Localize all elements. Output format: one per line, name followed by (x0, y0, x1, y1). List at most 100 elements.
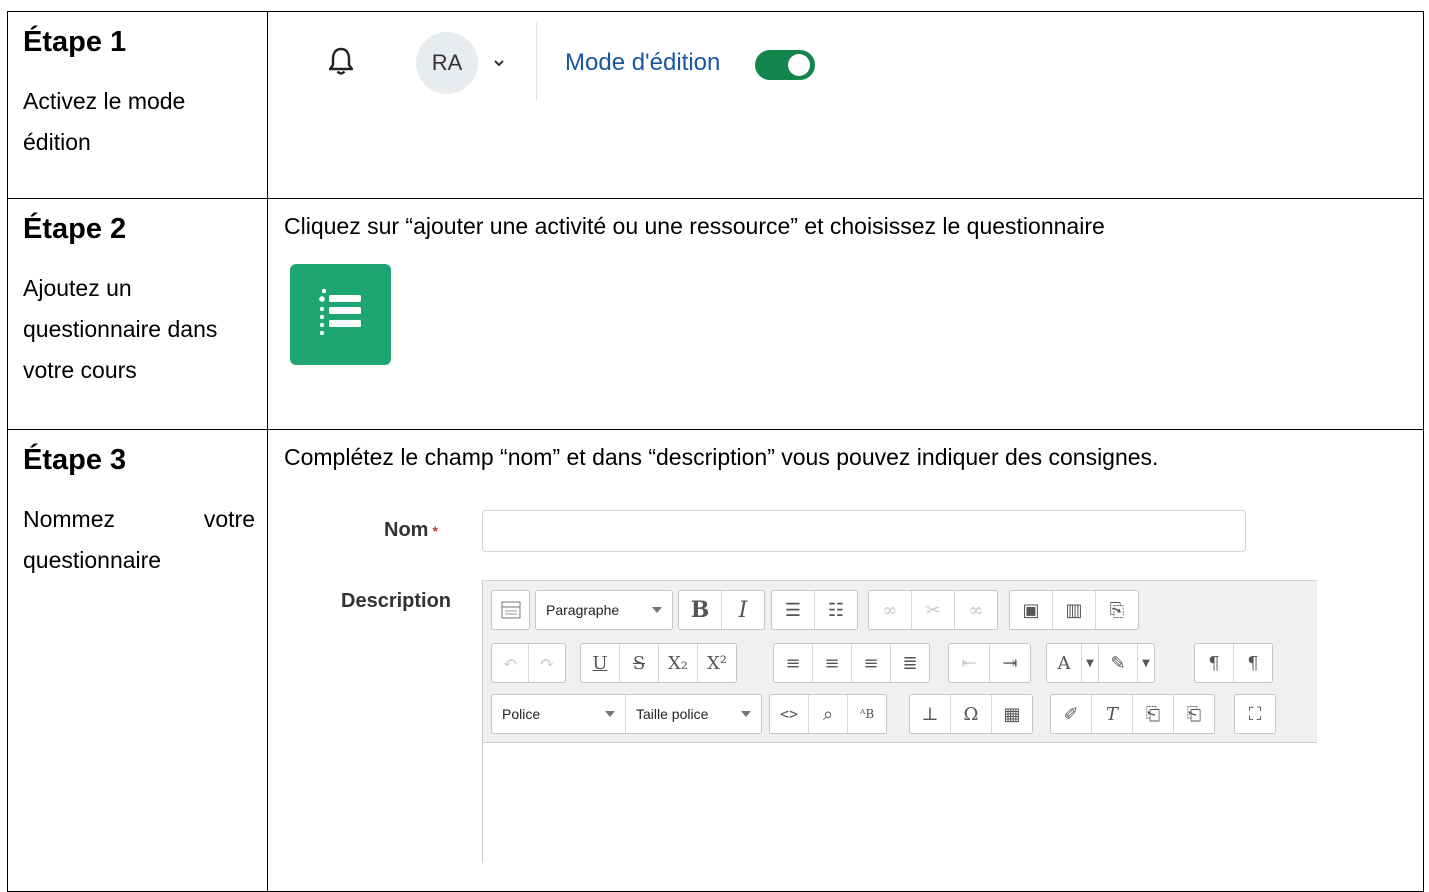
toolbar-toggle-glyph (501, 601, 520, 619)
fullscreen-icon[interactable]: ⛶ (1235, 695, 1275, 733)
background-color-icon[interactable]: ✎ (1099, 644, 1138, 682)
clear-format-icon[interactable]: T (1092, 695, 1133, 733)
toggle-knob (788, 54, 810, 76)
avatar[interactable]: RA (416, 32, 478, 94)
toolbar-toggle-icon[interactable] (492, 591, 529, 629)
paragraph-select-value: Paragraphe (546, 602, 620, 618)
step-3-label-cell: Étape 3 Nommez votre questionnaire (7, 429, 268, 892)
outdent-icon[interactable]: ⇤ (949, 644, 990, 682)
quiz-list-icon[interactable] (290, 264, 391, 365)
replace-icon[interactable]: ᴬB (848, 695, 886, 733)
equation-icon[interactable]: ⊥ (910, 695, 951, 733)
header-divider (536, 22, 537, 100)
avatar-initials: RA (431, 50, 463, 75)
step-3-content-cell: Complétez le champ “nom” et dans “descri… (267, 429, 1424, 892)
align-right-icon[interactable]: ≡ (852, 644, 891, 682)
step-1-content-cell: RA Mode d'édition (267, 11, 1424, 199)
special-char-icon[interactable]: Ω (951, 695, 992, 733)
font-select-value: Police (502, 706, 541, 722)
find-icon[interactable]: ⌕ (809, 695, 848, 733)
anchor-link-icon[interactable]: ∞ (955, 591, 997, 629)
toolbar-group: ▣ ▥ ⎘ (1009, 590, 1139, 630)
superscript-icon[interactable]: X² (698, 644, 736, 682)
font-size-select[interactable]: Taille police (626, 695, 761, 733)
bullet-list-icon[interactable]: ☰ (772, 591, 815, 629)
caret-down-icon[interactable]: ▼ (1082, 644, 1099, 682)
clean-up-icon[interactable]: ✐ (1051, 695, 1092, 733)
toolbar-group: B I (678, 590, 765, 630)
ltr-icon[interactable]: ¶ (1195, 644, 1234, 682)
step-title: Étape 3 (23, 444, 127, 476)
align-left-icon[interactable]: ≡ (774, 644, 813, 682)
bold-icon[interactable]: B (679, 591, 722, 629)
manage-files-icon[interactable]: ⎘ (1096, 591, 1138, 629)
step-instruction: Complétez le champ “nom” et dans “descri… (284, 444, 1159, 470)
name-label: Nom * (384, 519, 438, 542)
italic-icon[interactable]: I (722, 591, 764, 629)
step-2-row: Étape 2 Ajoutez un questionnaire dans vo… (7, 198, 1424, 430)
caret-down-icon (741, 711, 751, 717)
paste-text-icon[interactable]: ⎗ (1133, 695, 1174, 733)
step-1-label-cell: Étape 1 Activez le mode édition (7, 11, 268, 199)
step-description-line: Ajoutez un (23, 275, 132, 301)
required-mark: * (432, 523, 438, 539)
numbered-list-icon[interactable]: ☷ (815, 591, 857, 629)
underline-icon[interactable]: U (581, 644, 620, 682)
font-select[interactable]: Police (492, 695, 626, 733)
align-center-icon[interactable]: ≡ (813, 644, 852, 682)
editor-content-area[interactable] (483, 743, 1317, 863)
editor-toolbar: Paragraphe B I ☰ ☷ ∞ ✂ ∞ ▣ ▥ ⎘ ↶ ↷ U S X… (483, 581, 1317, 743)
step-3-row: Étape 3 Nommez votre questionnaire Complé… (7, 429, 1424, 892)
font-size-select-value: Taille police (636, 706, 709, 722)
edit-mode-toggle[interactable] (755, 50, 815, 80)
description-editor: Paragraphe B I ☰ ☷ ∞ ✂ ∞ ▣ ▥ ⎘ ↶ ↷ U S X… (482, 580, 1317, 863)
toolbar-group: ∞ ✂ ∞ (868, 590, 998, 630)
step-description-line: votre cours (23, 357, 137, 383)
indent-icon[interactable]: ⇥ (990, 644, 1030, 682)
subscript-icon[interactable]: X₂ (659, 644, 698, 682)
caret-down-icon[interactable]: ▼ (1138, 644, 1154, 682)
step-description-line: questionnaire dans (23, 316, 218, 342)
bell-icon[interactable] (327, 46, 355, 76)
toolbar-group: ≡ ≡ ≡ ≣ (773, 643, 930, 683)
toolbar-group: ☰ ☷ (771, 590, 858, 630)
toolbar-group: Paragraphe (535, 590, 673, 630)
step-description: Activez le mode édition (23, 81, 255, 163)
code-icon[interactable]: <> (770, 695, 809, 733)
media-icon[interactable]: ▥ (1053, 591, 1096, 629)
paragraph-select[interactable]: Paragraphe (536, 591, 672, 629)
step-1-row: Étape 1 Activez le mode édition RA Mode … (7, 11, 1424, 199)
undo-icon[interactable]: ↶ (492, 644, 529, 682)
table-icon[interactable]: ▦ (992, 695, 1032, 733)
unlink-icon[interactable]: ✂ (912, 591, 955, 629)
toolbar-group: Police Taille police (491, 694, 762, 734)
step-description-line: édition (23, 129, 91, 155)
step-description-word: votre (203, 506, 255, 532)
paste-word-icon[interactable]: ⎗ (1174, 695, 1214, 733)
redo-icon[interactable]: ↷ (529, 644, 565, 682)
step-2-content-cell: Cliquez sur “ajouter une activité ou une… (267, 198, 1424, 430)
toolbar-group: ¶ ¶ (1194, 643, 1273, 683)
step-description: Ajoutez un questionnaire dans votre cour… (23, 268, 255, 391)
name-label-text: Nom (384, 519, 429, 541)
strikethrough-icon[interactable]: S (620, 644, 659, 682)
link-icon[interactable]: ∞ (869, 591, 912, 629)
image-icon[interactable]: ▣ (1010, 591, 1053, 629)
rtl-icon[interactable]: ¶ (1234, 644, 1272, 682)
step-description-line: Nommez votre (23, 499, 255, 540)
description-label: Description (341, 590, 452, 612)
text-color-icon[interactable]: A (1047, 644, 1082, 682)
toolbar-group: U S X₂ X² (580, 643, 737, 683)
step-title: Étape 1 (23, 26, 127, 58)
step-title: Étape 2 (23, 213, 127, 245)
toolbar-group: ⊥ Ω ▦ (909, 694, 1033, 734)
name-input[interactable] (482, 510, 1246, 552)
toolbar-group: ↶ ↷ (491, 643, 566, 683)
toolbar-group: <> ⌕ ᴬB (769, 694, 887, 734)
chevron-down-icon[interactable] (492, 56, 506, 70)
align-justify-icon[interactable]: ≣ (891, 644, 929, 682)
step-2-label-cell: Étape 2 Ajoutez un questionnaire dans vo… (7, 198, 268, 430)
caret-down-icon (605, 711, 615, 717)
toolbar-group: ✐ T ⎗ ⎗ (1050, 694, 1215, 734)
step-description-line: questionnaire (23, 547, 162, 573)
